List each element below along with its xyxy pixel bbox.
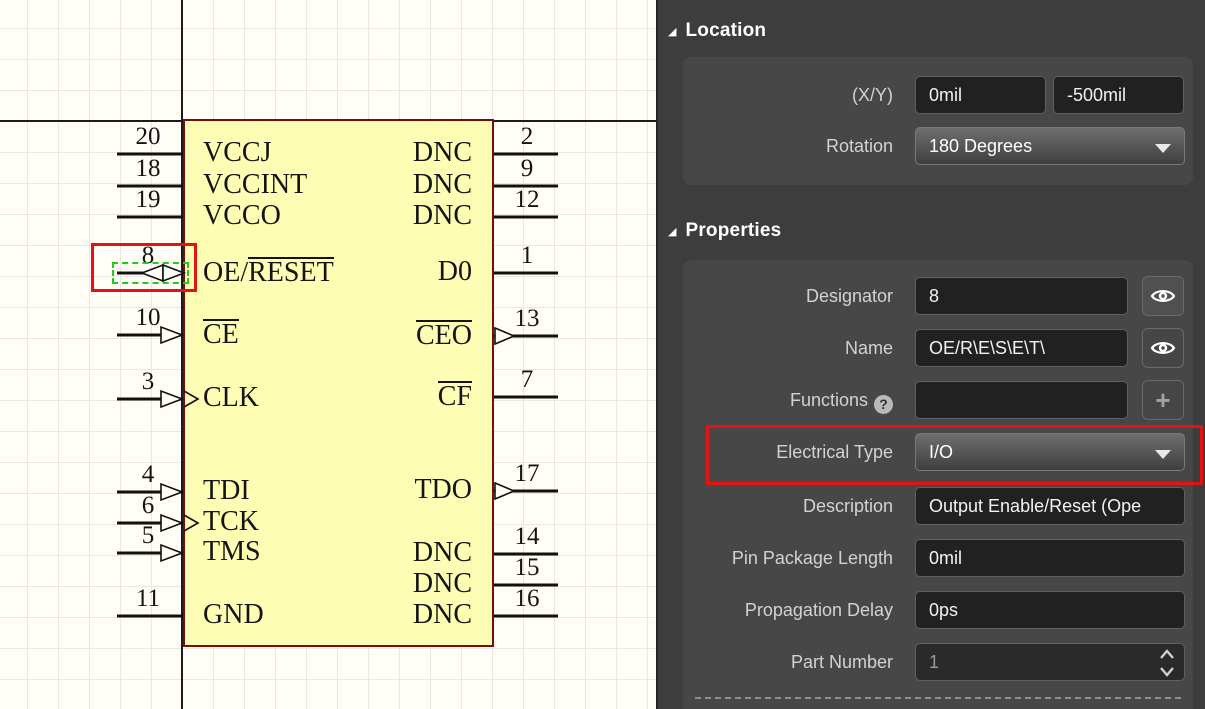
pin-11-name[interactable]: GND: [203, 600, 264, 630]
pin-5-number[interactable]: 5: [115, 522, 181, 550]
pin-18-number[interactable]: 18: [115, 155, 181, 183]
xy-label: (X/Y): [683, 76, 893, 114]
pin-19-name[interactable]: VCCO: [203, 201, 281, 231]
functions-label: Functions?: [683, 381, 893, 419]
location-card: (X/Y) 0mil -500mil Rotation 180 Degrees: [683, 57, 1193, 185]
rotation-label: Rotation: [683, 127, 893, 165]
location-x-input[interactable]: 0mil: [915, 76, 1046, 114]
pin-18-name[interactable]: VCCINT: [203, 170, 307, 200]
functions-input[interactable]: [915, 381, 1128, 419]
pin-20-name[interactable]: VCCJ: [203, 138, 271, 168]
pin-6-name[interactable]: TCK: [203, 507, 259, 537]
add-function-button[interactable]: +: [1142, 380, 1184, 420]
pin-package-length-input[interactable]: 0mil: [915, 539, 1185, 577]
properties-panel: ◢ Location (X/Y) 0mil -500mil Rotation 1…: [658, 0, 1205, 709]
propagation-delay-label: Propagation Delay: [683, 591, 893, 629]
eye-icon: [1150, 285, 1176, 307]
pin-4-number[interactable]: 4: [115, 461, 181, 489]
annotation-red-box-electrical-type: [706, 425, 1203, 485]
pin-13-number[interactable]: 13: [496, 305, 558, 333]
schematic-canvas: 20VCCJ18VCCINT19VCCO8OE/RESET10CE3CLK4TD…: [0, 0, 656, 709]
pin-properties-window: 20VCCJ18VCCINT19VCCO8OE/RESET10CE3CLK4TD…: [0, 0, 1205, 709]
overline-text: CE: [203, 319, 239, 348]
chevron-down-icon: [1155, 144, 1171, 153]
pin-6-number[interactable]: 6: [115, 492, 181, 520]
pin-7-name[interactable]: CF: [330, 381, 472, 411]
location-y-input[interactable]: -500mil: [1053, 76, 1184, 114]
pin-15-number[interactable]: 15: [496, 554, 558, 582]
pin-20-number[interactable]: 20: [115, 123, 181, 151]
pin-1-number[interactable]: 1: [496, 242, 558, 270]
part-number-stepper[interactable]: [1158, 647, 1176, 679]
collapse-triangle-icon: ◢: [668, 225, 676, 238]
designator-label: Designator: [683, 277, 893, 315]
pin-7-number[interactable]: 7: [496, 366, 558, 394]
pin-package-length-label: Pin Package Length: [683, 539, 893, 577]
collapsed-section-separator: [695, 697, 1181, 699]
name-label: Name: [683, 329, 893, 367]
overline-text: RESET: [248, 257, 334, 286]
pin-6-clock-mark-icon[interactable]: [184, 515, 198, 531]
part-number-input[interactable]: 1: [915, 643, 1185, 681]
pin-14-number[interactable]: 14: [496, 523, 558, 551]
pin-11-number[interactable]: 11: [115, 585, 181, 613]
rotation-value: 180 Degrees: [929, 136, 1032, 156]
annotation-red-box-pin: [91, 243, 197, 292]
section-header-properties[interactable]: ◢ Properties: [668, 218, 781, 244]
collapse-triangle-icon: ◢: [668, 25, 676, 38]
eye-icon: [1150, 337, 1176, 359]
pin-3-number[interactable]: 3: [115, 368, 181, 396]
description-input[interactable]: Output Enable/Reset (Ope: [915, 487, 1185, 525]
pin-2-name[interactable]: DNC: [330, 138, 472, 168]
pin-1-name[interactable]: D0: [330, 257, 472, 287]
name-input[interactable]: OE/R\E\S\E\T\: [915, 329, 1128, 367]
pin-10-number[interactable]: 10: [115, 304, 181, 332]
name-visibility-button[interactable]: [1142, 328, 1184, 368]
pin-4-name[interactable]: TDI: [203, 476, 250, 506]
pin-9-number[interactable]: 9: [496, 155, 558, 183]
propagation-delay-input[interactable]: 0ps: [915, 591, 1185, 629]
pin-8-name[interactable]: OE/RESET: [203, 257, 334, 287]
section-title: Location: [685, 20, 766, 42]
pin-2-number[interactable]: 2: [496, 123, 558, 151]
pin-3-name[interactable]: CLK: [203, 383, 259, 413]
pin-17-number[interactable]: 17: [496, 460, 558, 488]
overline-text: CF: [438, 381, 472, 410]
rotation-dropdown[interactable]: 180 Degrees: [915, 127, 1185, 165]
part-number-label: Part Number: [683, 643, 893, 681]
pin-3-clock-mark-icon[interactable]: [184, 391, 198, 407]
pin-12-number[interactable]: 12: [496, 186, 558, 214]
part-number-value: 1: [929, 652, 939, 672]
pin-10-name[interactable]: CE: [203, 319, 239, 349]
stepper-chevrons-icon: [1158, 647, 1176, 679]
pin-12-name[interactable]: DNC: [330, 201, 472, 231]
pin-15-name[interactable]: DNC: [330, 569, 472, 599]
pin-5-name[interactable]: TMS: [203, 537, 261, 567]
pin-17-name[interactable]: TDO: [330, 475, 472, 505]
help-icon[interactable]: ?: [874, 395, 893, 414]
overline-text: CEO: [416, 320, 472, 349]
designator-input[interactable]: 8: [915, 277, 1128, 315]
section-title: Properties: [685, 220, 781, 242]
section-header-location[interactable]: ◢ Location: [668, 18, 766, 44]
pin-16-name[interactable]: DNC: [330, 600, 472, 630]
pin-9-name[interactable]: DNC: [330, 170, 472, 200]
designator-visibility-button[interactable]: [1142, 276, 1184, 316]
pin-19-number[interactable]: 19: [115, 186, 181, 214]
pin-16-number[interactable]: 16: [496, 585, 558, 613]
description-label: Description: [683, 487, 893, 525]
plus-icon: +: [1155, 387, 1170, 413]
pin-14-name[interactable]: DNC: [330, 538, 472, 568]
pin-13-name[interactable]: CEO: [330, 320, 472, 350]
